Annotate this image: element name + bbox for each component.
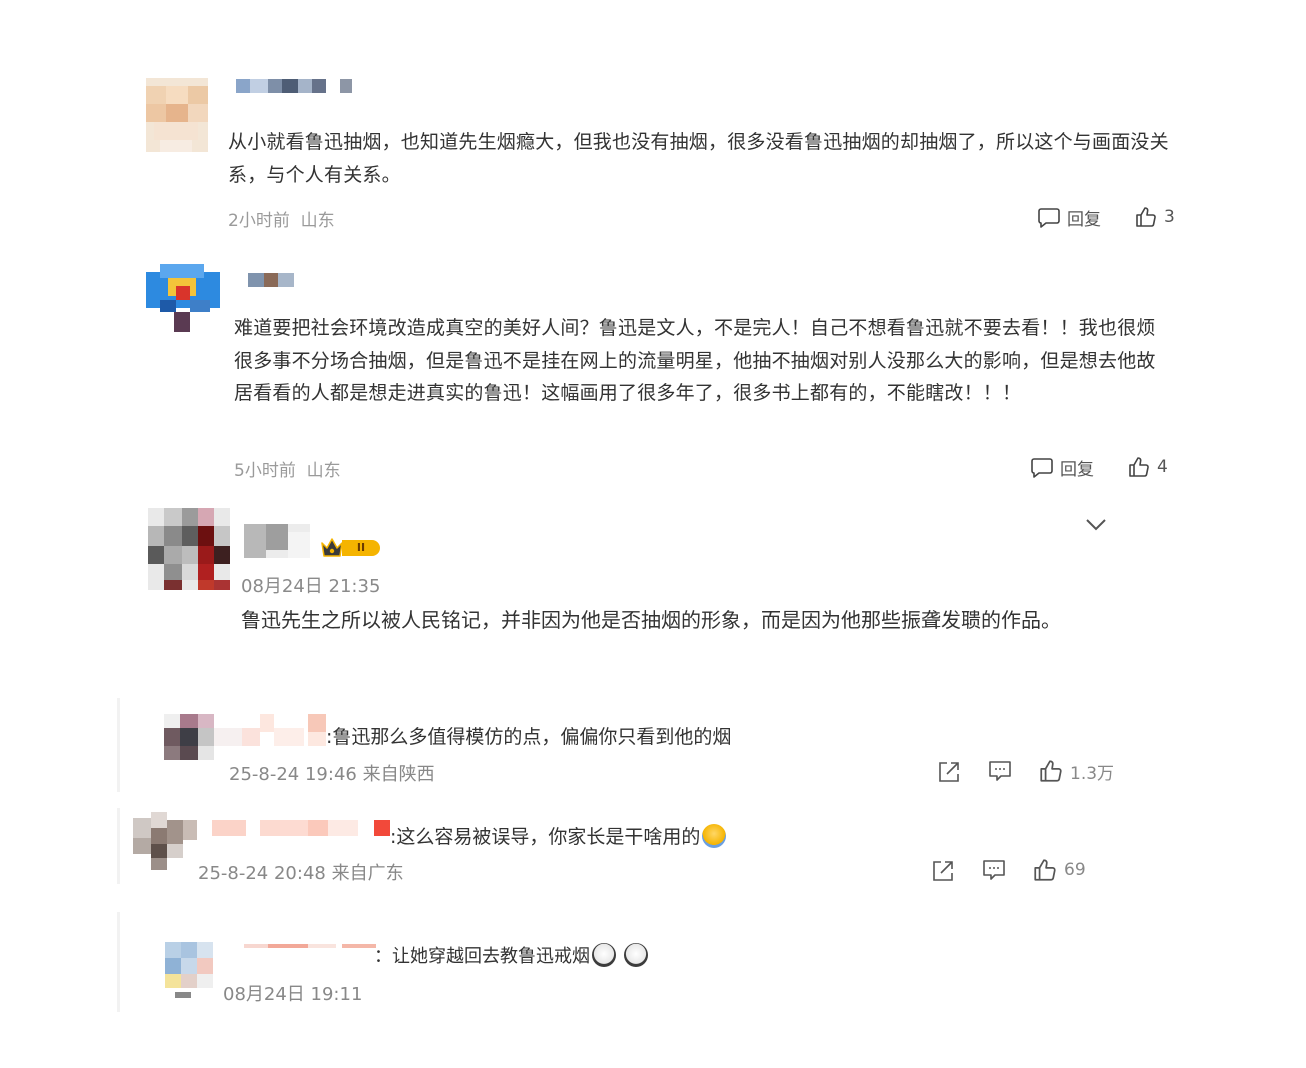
avatar[interactable] <box>164 714 214 760</box>
like-count: 69 <box>1064 860 1086 880</box>
reply-indicator <box>117 808 120 884</box>
reply-text: :这么容易被误导，你家长是干啥用的 <box>390 822 727 849</box>
like-button[interactable]: 69 <box>1032 857 1086 883</box>
thumbs-up-icon <box>1040 760 1062 782</box>
thumbs-up-icon <box>1136 207 1156 227</box>
like-count: 1.3万 <box>1070 763 1115 784</box>
reply-date: 08月24日 19:11 <box>223 984 363 1005</box>
reply-indicator <box>117 912 120 1012</box>
comment-meta: 2小时前 山东 <box>228 206 335 231</box>
reply-username[interactable] <box>214 714 326 746</box>
like-count: 3 <box>1164 207 1175 227</box>
reply-text-content: ：让她穿越回去教鲁迅戒烟 <box>374 946 590 967</box>
reply-text-content: :这么容易被误导，你家长是干啥用的 <box>390 826 701 848</box>
share-icon[interactable] <box>930 858 956 884</box>
avatar[interactable] <box>165 942 213 998</box>
avatar[interactable] <box>146 264 220 332</box>
avatar[interactable] <box>133 812 197 870</box>
chat-bubble-icon <box>1038 207 1060 228</box>
sad-emoji-icon <box>592 943 616 967</box>
comment-time: 2小时前 <box>228 211 290 231</box>
reply-label: 回复 <box>1067 210 1101 230</box>
vip-badge[interactable]: II <box>320 537 382 559</box>
reply-button[interactable]: 回复 <box>1037 205 1101 230</box>
crown-icon <box>321 538 343 557</box>
comment-location: 山东 <box>300 211 335 231</box>
chat-bubble-icon <box>1031 457 1053 478</box>
sad-emoji-icon <box>623 943 648 967</box>
share-icon[interactable] <box>936 759 962 785</box>
reply-text: ：让她穿越回去教鲁迅戒烟 <box>374 942 648 968</box>
comment-meta: 5小时前 山东 <box>234 456 341 481</box>
comment-text: 难道要把社会环境改造成真空的美好人间？鲁迅是文人，不是完人！自己不想看鲁迅就不要… <box>234 317 1156 404</box>
comment-icon[interactable] <box>987 758 1013 784</box>
like-count: 4 <box>1157 457 1168 477</box>
username[interactable] <box>244 524 310 558</box>
comment-icon[interactable] <box>981 857 1007 883</box>
reply-button[interactable]: 回复 <box>1030 455 1094 480</box>
post-date: 08月24日 21:35 <box>241 576 381 597</box>
reply-meta: 25-8-24 20:48 来自广东 <box>198 863 404 884</box>
thumbs-up-icon <box>1129 457 1149 477</box>
username[interactable] <box>236 79 352 93</box>
like-button[interactable]: 4 <box>1127 455 1168 479</box>
comment-time: 5小时前 <box>234 461 296 481</box>
chevron-down-icon[interactable] <box>1085 518 1107 532</box>
like-button[interactable]: 1.3万 <box>1038 758 1114 784</box>
reply-label: 回复 <box>1060 460 1094 480</box>
username[interactable] <box>248 273 294 287</box>
reply-text: :鲁迅那么多值得模仿的点，偏偏你只看到他的烟 <box>326 726 732 748</box>
comment-location: 山东 <box>306 461 341 481</box>
post-text: 鲁迅先生之所以被人民铭记，并非因为他是否抽烟的形象，而是因为他那些振聋发聩的作品… <box>241 608 1061 632</box>
vip-level: II <box>342 540 380 556</box>
crying-emoji-icon <box>702 824 727 848</box>
avatar[interactable] <box>146 78 208 152</box>
comment-text: 从小就看鲁迅抽烟，也知道先生烟瘾大，但我也没有抽烟，很多没看鲁迅抽烟的却抽烟了，… <box>228 131 1169 186</box>
reply-username[interactable] <box>244 942 376 950</box>
reply-indicator <box>117 698 120 792</box>
reply-username[interactable] <box>212 820 390 836</box>
thumbs-up-icon <box>1034 859 1056 881</box>
reply-meta: 25-8-24 19:46 来自陕西 <box>229 764 435 785</box>
like-button[interactable]: 3 <box>1134 205 1175 229</box>
avatar[interactable] <box>148 508 230 590</box>
